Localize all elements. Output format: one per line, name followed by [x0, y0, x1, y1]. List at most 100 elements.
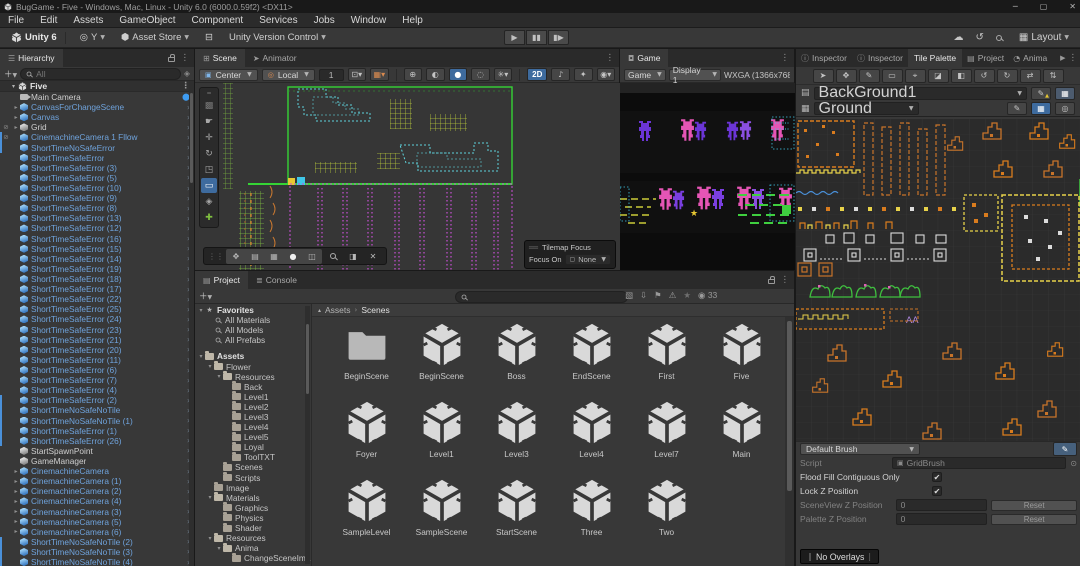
- hierarchy-item[interactable]: ⊘CinemachineCamera 1 Fllow›: [0, 132, 194, 142]
- restore-button[interactable]: ▢: [1040, 2, 1048, 11]
- picker-tool-button[interactable]: ⌖: [905, 69, 926, 83]
- zoom-button[interactable]: [324, 250, 342, 263]
- camera-preview-toggle[interactable]: ✦: [574, 68, 593, 81]
- hierarchy-item[interactable]: ShortTimeSafeError (2)›: [0, 395, 194, 405]
- expand-arrow[interactable]: ▸: [12, 528, 20, 535]
- tab-tile-palette[interactable]: Tile Palette: [908, 49, 962, 67]
- hierarchy-item[interactable]: ShortTimeSafeError (15)›: [0, 244, 194, 254]
- rect-tool-button[interactable]: ▭: [201, 178, 217, 193]
- flip-x-tool-button[interactable]: ⇄: [1020, 69, 1041, 83]
- tree-item-scenes[interactable]: Scenes: [195, 462, 311, 472]
- tree-item-tooltxt[interactable]: ToolTXT: [195, 452, 311, 462]
- hierarchy-item[interactable]: ShortTimeSafeError›: [0, 153, 194, 163]
- hierarchy-item[interactable]: ShortTimeSafeError (23)›: [0, 325, 194, 335]
- breadcrumb-root[interactable]: Assets: [325, 305, 351, 315]
- tree-item-scripts[interactable]: Scripts: [195, 473, 311, 483]
- object-picker-icon[interactable]: ⊙: [1070, 459, 1077, 468]
- scene-asset-five[interactable]: Five: [704, 317, 779, 395]
- expand-arrow[interactable]: ▾: [206, 494, 214, 501]
- game-canvas[interactable]: ★: [620, 83, 795, 271]
- panel-menu-icon[interactable]: ⋮: [781, 275, 790, 285]
- gizmo-sound-toggle[interactable]: ♪: [551, 68, 570, 81]
- scene-asset-two[interactable]: Two: [629, 473, 704, 551]
- hierarchy-item[interactable]: ShortTimeSafeError (22)›: [0, 294, 194, 304]
- hierarchy-item[interactable]: ShortTimeNoSafeNoTile (1)›: [0, 416, 194, 426]
- visible-count[interactable]: ◉ 33: [698, 290, 717, 301]
- hierarchy-item[interactable]: ShortTimeNoSafeNoTile (2)›: [0, 537, 194, 547]
- overlay-drag-handle[interactable]: ═: [207, 90, 211, 97]
- hierarchy-item[interactable]: ShortTimeSafeError (4)›: [0, 385, 194, 395]
- fill-tool-button[interactable]: ◧: [951, 69, 972, 83]
- no-overlays-button[interactable]: ‖ No Overlays |: [800, 549, 879, 564]
- hierarchy-item[interactable]: ShortTimeSafeError (19)›: [0, 264, 194, 274]
- expand-arrow[interactable]: ▸: [12, 468, 20, 475]
- edit-palette-button[interactable]: ✎▲: [1031, 87, 1051, 100]
- scene-header-row[interactable]: ▾ Five ⋮: [0, 81, 194, 92]
- scene-asset-level3[interactable]: Level3: [479, 395, 554, 473]
- select-tool-button[interactable]: ➤: [813, 69, 834, 83]
- hierarchy-item[interactable]: ShortTimeSafeError (24)›: [0, 314, 194, 324]
- hierarchy-item[interactable]: ShortTimeSafeError (12)›: [0, 223, 194, 233]
- snap-settings-button[interactable]: ⊡▾: [348, 68, 367, 81]
- move-tool-button[interactable]: ✛: [201, 130, 217, 145]
- lock-icon[interactable]: [168, 57, 175, 62]
- tree-item-resources[interactable]: ▾Resources: [195, 372, 311, 382]
- gizmos-dropdown[interactable]: ◉▾: [597, 68, 616, 81]
- scene-asset-endscene[interactable]: EndScene: [554, 317, 629, 395]
- display-dropdown[interactable]: Display 1▼: [669, 69, 721, 81]
- hierarchy-item[interactable]: ShortTimeSafeError (11)›: [0, 355, 194, 365]
- hierarchy-search-input[interactable]: All: [20, 68, 181, 80]
- visibility-off-icon[interactable]: ⊘: [1, 133, 11, 141]
- account-button[interactable]: ◎ Y▼: [75, 30, 110, 45]
- tree-item-changesceneima[interactable]: ChangeSceneIma: [195, 553, 311, 563]
- hierarchy-item[interactable]: ShortTimeSafeError (25)›: [0, 304, 194, 314]
- active-palette-dropdown[interactable]: BackGround1 ▼: [814, 87, 1027, 100]
- grid-toggle-button[interactable]: ▦: [1031, 102, 1051, 115]
- lock-z-checkbox[interactable]: ✔: [932, 486, 942, 496]
- panel-menu-icon[interactable]: ⋮: [1069, 53, 1078, 63]
- tab-console[interactable]: ≣ Console: [248, 271, 305, 289]
- scene-asset-level4[interactable]: Level4: [554, 395, 629, 473]
- tree-item-resources[interactable]: ▾Resources: [195, 533, 311, 543]
- flood-fill-checkbox[interactable]: ✔: [932, 472, 942, 482]
- overlay-drag-handle[interactable]: ══: [529, 243, 538, 252]
- scene-asset-level1[interactable]: Level1: [404, 395, 479, 473]
- import-activity-icon[interactable]: ⇩: [640, 291, 647, 301]
- box-tool-button[interactable]: ▭: [882, 69, 903, 83]
- effects-dropdown[interactable]: ✳▾: [494, 68, 513, 81]
- favorite-icon[interactable]: ★: [683, 291, 691, 301]
- scene-asset-foyer[interactable]: Foyer: [329, 395, 404, 473]
- expand-arrow[interactable]: ▾: [197, 353, 205, 360]
- hierarchy-item[interactable]: ▸CinemachineCamera (4)›: [0, 496, 194, 506]
- scene-asset-samplescene[interactable]: SampleScene: [404, 473, 479, 551]
- tab-inspector-1[interactable]: ⓘ Inspector: [796, 49, 852, 67]
- hierarchy-item[interactable]: ShortTimeSafeError (16)›: [0, 234, 194, 244]
- hierarchy-item[interactable]: ▸CinemachineCamera›: [0, 466, 194, 476]
- tab-inspector-2[interactable]: ⓘ Inspector: [852, 49, 908, 67]
- hierarchy-item[interactable]: ShortTimeSafeError (26)›: [0, 436, 194, 446]
- tab-project[interactable]: ▤ Project: [962, 49, 1009, 67]
- tree-item-anima[interactable]: ▾Anima: [195, 543, 311, 553]
- focus-on-dropdown[interactable]: ▢ None ▼: [565, 254, 611, 265]
- active-tilemap-dropdown[interactable]: Ground ▼: [814, 102, 919, 115]
- cloud-icon[interactable]: ☁: [954, 32, 964, 43]
- hierarchy-item[interactable]: ShortTimeSafeError (17)›: [0, 284, 194, 294]
- tab-project[interactable]: ▤ Project: [195, 271, 248, 289]
- scale-tool-button[interactable]: ◳: [201, 162, 217, 177]
- tab-anima[interactable]: ◔ Anima: [1009, 49, 1051, 67]
- menu-services[interactable]: Services: [251, 13, 305, 28]
- expand-arrow[interactable]: ▸: [12, 518, 20, 525]
- rotate-cw-tool-button[interactable]: ↻: [997, 69, 1018, 83]
- scene-asset-first[interactable]: First: [629, 317, 704, 395]
- scene-asset-beginscene[interactable]: BeginScene: [404, 317, 479, 395]
- expand-arrow[interactable]: ▸: [12, 488, 20, 495]
- menu-edit[interactable]: Edit: [32, 13, 65, 28]
- minimize-button[interactable]: ─: [1013, 2, 1018, 11]
- sceneview-z-field[interactable]: 0: [896, 499, 988, 511]
- palette-grid-button[interactable]: ▦: [1055, 87, 1075, 100]
- tree-item-all-models[interactable]: All Models: [195, 325, 311, 335]
- expand-arrow[interactable]: ▾: [215, 545, 223, 552]
- hierarchy-item[interactable]: GameManager›: [0, 456, 194, 466]
- hierarchy-item[interactable]: ▸CinemachineCamera (3)›: [0, 506, 194, 516]
- expand-arrow[interactable]: ▾: [215, 373, 223, 380]
